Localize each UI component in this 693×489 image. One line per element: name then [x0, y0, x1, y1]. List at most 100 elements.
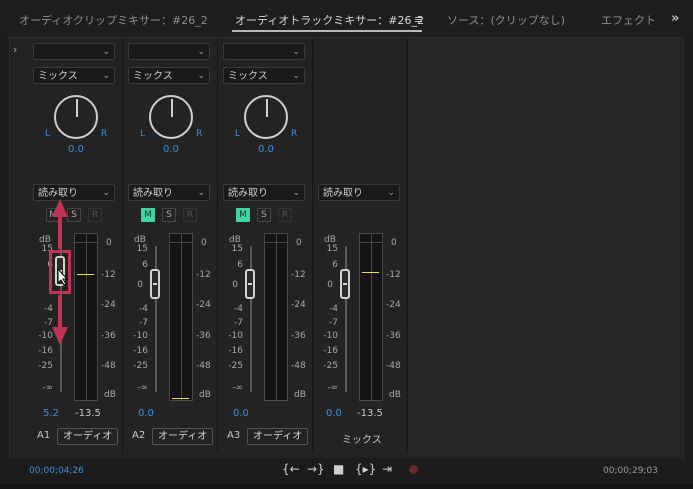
fader-scale-label: -25	[323, 361, 338, 371]
fader-scale-label: -4	[329, 304, 338, 314]
meter-scale-label: -24	[291, 300, 306, 310]
tab-audio-track-mixer[interactable]: オーディオトラックミキサー：#26_2	[235, 12, 424, 28]
tab-source[interactable]: ソース：(クリップなし)	[447, 12, 565, 28]
chevron-down-icon: ⌄	[197, 188, 205, 198]
more-tabs-icon[interactable]: »	[671, 11, 679, 26]
fader-track-master	[345, 246, 347, 392]
level-meter-a3	[264, 233, 288, 401]
meter-unit-label: dB	[294, 390, 306, 400]
mouse-cursor-icon	[57, 268, 69, 286]
duration-timecode: 00;00;29;03	[603, 466, 658, 476]
pan-knob-a3[interactable]	[244, 95, 288, 139]
meter-scale-label: -48	[101, 361, 116, 371]
panel-menu-icon[interactable]: ≡	[414, 13, 423, 26]
volume-value-a2[interactable]: 0.0	[138, 408, 154, 419]
volume-value-a3[interactable]: 0.0	[233, 408, 249, 419]
mixer-empty-area	[409, 38, 680, 456]
fader-scale-label: -10	[133, 331, 148, 341]
chevron-down-icon: ⌄	[292, 71, 300, 81]
mix-mode-value: ミックス	[133, 71, 173, 82]
mix-mode-select-a3[interactable]: ミックス ⌄	[223, 67, 305, 84]
effect-select-a1[interactable]: ⌄	[33, 43, 115, 60]
pan-knob-a2[interactable]	[149, 95, 193, 139]
pan-left-label: L	[140, 129, 146, 139]
expand-effects-icon[interactable]: ›	[13, 43, 17, 56]
track-id-a2: A2	[132, 430, 146, 441]
pan-value-a1[interactable]: 0.0	[68, 144, 84, 155]
fader-scale-label: -4	[234, 304, 243, 314]
meter-scale-label: -36	[101, 331, 116, 341]
mute-button-a2[interactable]: M	[141, 208, 155, 222]
active-tab-indicator	[232, 30, 422, 32]
automation-value: 読み取り	[323, 188, 363, 199]
fader-scale-label: -7	[329, 318, 338, 328]
chevron-down-icon: ⌄	[292, 188, 300, 198]
fader-scale-label: -7	[139, 318, 148, 328]
master-track-name: ミックス	[342, 435, 382, 446]
pan-value-a3[interactable]: 0.0	[258, 144, 274, 155]
volume-fader-a3[interactable]	[245, 269, 255, 299]
meter-peak-value-a1: -13.5	[75, 408, 101, 419]
strip-divider	[217, 38, 218, 452]
effect-select-a3[interactable]: ⌄	[223, 43, 305, 60]
fader-scale-label: 0	[327, 280, 333, 290]
fader-scale-label: -∞	[137, 383, 148, 393]
track-name-a2[interactable]: オーディオ	[152, 428, 214, 445]
volume-value-a1[interactable]: 5.2	[43, 408, 59, 419]
pan-knob-a1[interactable]	[54, 95, 98, 139]
pan-left-label: L	[45, 129, 51, 139]
meter-scale-label: -36	[196, 331, 211, 341]
fader-scale-label: -16	[323, 346, 338, 356]
go-to-in-button[interactable]: {←	[282, 462, 300, 476]
solo-button-a3[interactable]: S	[257, 208, 271, 222]
loop-in-to-out-button[interactable]: {▸}	[355, 462, 376, 476]
automation-mode-a2[interactable]: 読み取り ⌄	[128, 184, 210, 201]
current-timecode[interactable]: 00;00;04;26	[29, 466, 84, 476]
mute-button-a3[interactable]: M	[236, 208, 250, 222]
meter-scale-label: -12	[101, 270, 116, 280]
record-button[interactable]	[409, 465, 418, 474]
tab-effects[interactable]: エフェクト	[601, 12, 656, 28]
track-name-a1[interactable]: オーディオ	[57, 428, 119, 445]
fader-scale-label: 15	[326, 244, 338, 254]
chevron-down-icon: ⌄	[102, 71, 110, 81]
record-button-a1[interactable]: R	[88, 208, 102, 222]
meter-scale-label: -48	[386, 361, 401, 371]
meter-scale-label: -48	[291, 361, 306, 371]
track-name-a3[interactable]: オーディオ	[247, 428, 309, 445]
record-button-a3[interactable]: R	[278, 208, 292, 222]
mix-mode-select-a1[interactable]: ミックス ⌄	[33, 67, 115, 84]
chevron-down-icon: ⌄	[292, 47, 300, 57]
go-to-out-button[interactable]: →}	[307, 462, 325, 476]
meter-unit-label: dB	[389, 390, 401, 400]
solo-button-a2[interactable]: S	[162, 208, 176, 222]
pan-value-a2[interactable]: 0.0	[163, 144, 179, 155]
fader-scale-label: -10	[228, 331, 243, 341]
volume-fader-a2[interactable]	[150, 269, 160, 299]
tab-audio-clip-mixer[interactable]: オーディオクリップミキサー：#26_2	[19, 12, 208, 28]
fader-scale-label: 6	[237, 260, 243, 270]
meter-scale-label: 0	[391, 238, 397, 248]
effect-select-a2[interactable]: ⌄	[128, 43, 210, 60]
fader-scale-label: -7	[234, 318, 243, 328]
fader-scale-label: -25	[38, 361, 53, 371]
meter-scale-label: -36	[291, 331, 306, 341]
meter-scale-label: -12	[291, 270, 306, 280]
automation-mode-master[interactable]: 読み取り ⌄	[318, 184, 400, 201]
pan-right-label: R	[101, 129, 108, 139]
mix-mode-select-a2[interactable]: ミックス ⌄	[128, 67, 210, 84]
volume-fader-master[interactable]	[340, 269, 350, 299]
stop-button[interactable]: ■	[333, 462, 344, 476]
fader-scale-label: -16	[228, 346, 243, 356]
record-button-a2[interactable]: R	[183, 208, 197, 222]
fader-scale-label: -∞	[327, 383, 338, 393]
fader-scale-label: 6	[142, 260, 148, 270]
export-button[interactable]: ⇥	[382, 462, 392, 476]
panel-tab-bar: オーディオクリップミキサー：#26_2 オーディオトラックミキサー：#26_2 …	[0, 0, 693, 36]
pan-right-label: R	[196, 129, 203, 139]
automation-mode-a3[interactable]: 読み取り ⌄	[223, 184, 305, 201]
chevron-down-icon: ⌄	[387, 188, 395, 198]
fader-scale-label: 15	[136, 244, 148, 254]
volume-value-master[interactable]: 0.0	[326, 408, 342, 419]
mix-mode-value: ミックス	[228, 71, 268, 82]
